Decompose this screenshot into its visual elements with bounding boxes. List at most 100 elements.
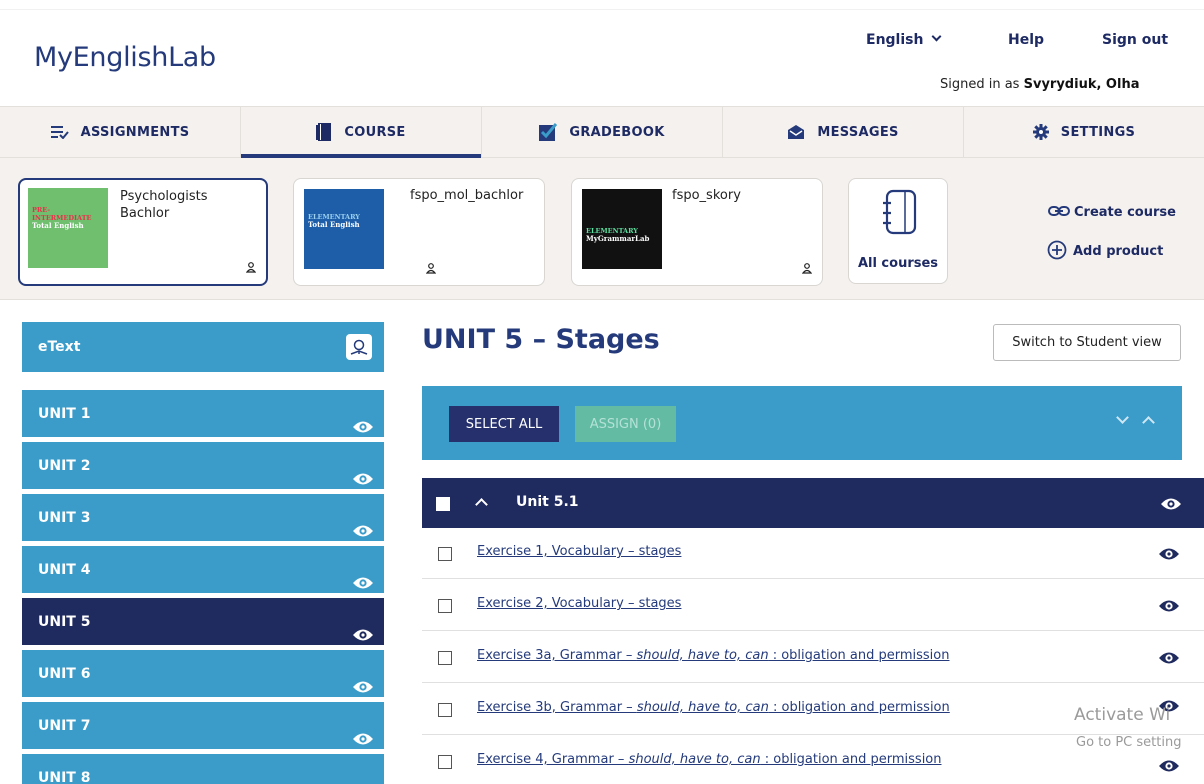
- sidebar-item-unit-8[interactable]: UNIT 8: [22, 754, 384, 784]
- course-title: fspo_mol_bachlor: [410, 188, 524, 203]
- eye-icon[interactable]: [1158, 598, 1180, 617]
- tab-gradebook[interactable]: GRADEBOOK: [482, 107, 723, 157]
- create-course-link[interactable]: Create course: [1048, 205, 1176, 220]
- exercise-link[interactable]: Exercise 2, Vocabulary – stages: [477, 596, 681, 611]
- assign-button[interactable]: ASSIGN (0): [575, 406, 676, 442]
- plus-circle-icon: [1047, 240, 1067, 260]
- unit-label: UNIT 5: [38, 614, 91, 630]
- unit-toolbar: SELECT ALL ASSIGN (0): [422, 386, 1182, 460]
- assignments-icon: [50, 125, 69, 139]
- tab-settings-label: SETTINGS: [1060, 124, 1136, 140]
- eye-icon[interactable]: [1158, 650, 1180, 669]
- course-card-fspo-skory[interactable]: ELEMENTARY MyGrammarLab fspo_skory: [571, 178, 823, 286]
- exercise-title-suffix: : obligation and permission: [760, 752, 942, 767]
- page: MyEnglishLab English Help Sign out Signe…: [0, 0, 1204, 784]
- exercise-row: Exercise 3a, Grammar – should, have to, …: [422, 632, 1204, 683]
- unit-label: UNIT 4: [38, 562, 91, 578]
- exercise-title-suffix: : obligation and permission: [768, 648, 950, 663]
- all-courses-button[interactable]: All courses: [848, 178, 948, 284]
- help-link[interactable]: Help: [1008, 32, 1044, 48]
- sidebar-item-unit-7[interactable]: UNIT 7: [22, 702, 384, 750]
- sidebar-item-unit-4[interactable]: UNIT 4: [22, 546, 384, 594]
- exercise-row: Exercise 2, Vocabulary – stages: [422, 580, 1204, 631]
- tab-course[interactable]: COURSE: [241, 107, 482, 158]
- course-card-fspo-mol-bachlor[interactable]: ELEMENTARY Total English fspo_mol_bachlo…: [293, 178, 545, 286]
- chevron-up-icon[interactable]: [475, 498, 488, 511]
- sidebar-item-unit-2[interactable]: UNIT 2: [22, 442, 384, 490]
- exercise-checkbox[interactable]: [438, 599, 452, 613]
- link-icon: [1048, 206, 1070, 216]
- unit-label: UNIT 6: [38, 666, 91, 682]
- unit-label: UNIT 7: [38, 718, 91, 734]
- tab-messages[interactable]: MESSAGES: [723, 107, 964, 157]
- course-cover: PRE- INTERMEDIATE Total English: [28, 188, 108, 268]
- sidebar-item-unit-6[interactable]: UNIT 6: [22, 650, 384, 698]
- exercise-link[interactable]: Exercise 4, Grammar – should, have to, c…: [477, 752, 942, 767]
- exercise-checkbox[interactable]: [438, 651, 452, 665]
- course-card-psychologists[interactable]: PRE- INTERMEDIATE Total English Psycholo…: [18, 178, 268, 286]
- exercise-title-italic: should, have to, can: [636, 648, 769, 663]
- expand-all-chevron-icon[interactable]: [1116, 411, 1129, 424]
- user-icon: [801, 263, 813, 277]
- exercise-checkbox[interactable]: [438, 755, 452, 769]
- course-title: Psychologists Bachlor: [120, 189, 208, 221]
- etext-header[interactable]: eText: [22, 322, 384, 372]
- signed-in-prefix: Signed in as: [940, 77, 1020, 92]
- etext-reader-icon[interactable]: [346, 334, 372, 360]
- chevron-down-icon: [932, 31, 942, 42]
- exercise-row: Exercise 1, Vocabulary – stages: [422, 528, 1204, 579]
- activation-watermark: Activate Wi: [1074, 705, 1171, 725]
- add-product-link[interactable]: Add product: [1047, 240, 1163, 260]
- tab-settings[interactable]: SETTINGS: [964, 107, 1204, 157]
- eye-icon[interactable]: [352, 770, 374, 784]
- section-header-unit-5-1[interactable]: Unit 5.1: [422, 478, 1204, 528]
- course-title: fspo_skory: [672, 188, 741, 203]
- envelope-icon: [787, 124, 805, 140]
- exercise-title: Exercise 4, Grammar –: [477, 752, 629, 767]
- unit-label: UNIT 1: [38, 406, 91, 422]
- exercise-link[interactable]: Exercise 1, Vocabulary – stages: [477, 544, 681, 559]
- eye-icon[interactable]: [1158, 758, 1180, 777]
- main-nav: ASSIGNMENTS COURSE GRADEBOOK MESSAGES SE…: [0, 106, 1204, 158]
- tab-assignments[interactable]: ASSIGNMENTS: [0, 107, 241, 157]
- tab-course-label: COURSE: [344, 124, 406, 140]
- exercise-title: Exercise 2, Vocabulary – stages: [477, 596, 682, 611]
- top-strip: [0, 0, 1204, 10]
- exercise-title: Exercise 3b, Grammar –: [477, 700, 637, 715]
- cover-brand: Total English: [308, 220, 360, 229]
- exercise-checkbox[interactable]: [438, 547, 452, 561]
- section-title: Unit 5.1: [516, 494, 579, 510]
- course-cover: ELEMENTARY Total English: [304, 189, 384, 269]
- language-selector[interactable]: English: [866, 31, 942, 48]
- cover-brand: MyGrammarLab: [586, 234, 650, 243]
- exercise-link[interactable]: Exercise 3a, Grammar – should, have to, …: [477, 648, 949, 663]
- etext-label: eText: [38, 339, 81, 355]
- select-all-button[interactable]: SELECT ALL: [449, 406, 559, 442]
- unit-label: UNIT 2: [38, 458, 91, 474]
- unit-label: UNIT 8: [38, 770, 91, 784]
- tab-gradebook-label: GRADEBOOK: [569, 124, 665, 140]
- course-cover: ELEMENTARY MyGrammarLab: [582, 189, 662, 269]
- sidebar-item-unit-3[interactable]: UNIT 3: [22, 494, 384, 542]
- cover-brand: Total English: [32, 221, 84, 230]
- exercise-title: Exercise 1, Vocabulary – stages: [477, 544, 682, 559]
- all-courses-label: All courses: [857, 256, 939, 271]
- signed-in-info: Signed in as Svyrydiuk, Olha: [940, 77, 1139, 92]
- exercise-link[interactable]: Exercise 3b, Grammar – should, have to, …: [477, 700, 950, 715]
- notebook-icon: [883, 189, 917, 235]
- sign-out-link[interactable]: Sign out: [1102, 32, 1168, 48]
- switch-to-student-view-button[interactable]: Switch to Student view: [993, 324, 1181, 361]
- activation-watermark-sub: Go to PC setting: [1076, 735, 1182, 750]
- sidebar-item-unit-1[interactable]: UNIT 1: [22, 390, 384, 438]
- user-icon: [425, 263, 437, 277]
- logo[interactable]: MyEnglishLab: [34, 42, 216, 73]
- user-name: Svyrydiuk, Olha: [1023, 77, 1140, 92]
- section-checkbox[interactable]: [436, 497, 450, 511]
- eye-icon[interactable]: [1158, 546, 1180, 565]
- cover-line1: PRE-: [32, 206, 51, 214]
- collapse-all-chevron-icon[interactable]: [1142, 416, 1155, 429]
- sidebar-item-unit-5[interactable]: UNIT 5: [22, 598, 384, 646]
- exercise-checkbox[interactable]: [438, 703, 452, 717]
- eye-icon[interactable]: [1160, 496, 1182, 515]
- book-icon: [316, 123, 332, 141]
